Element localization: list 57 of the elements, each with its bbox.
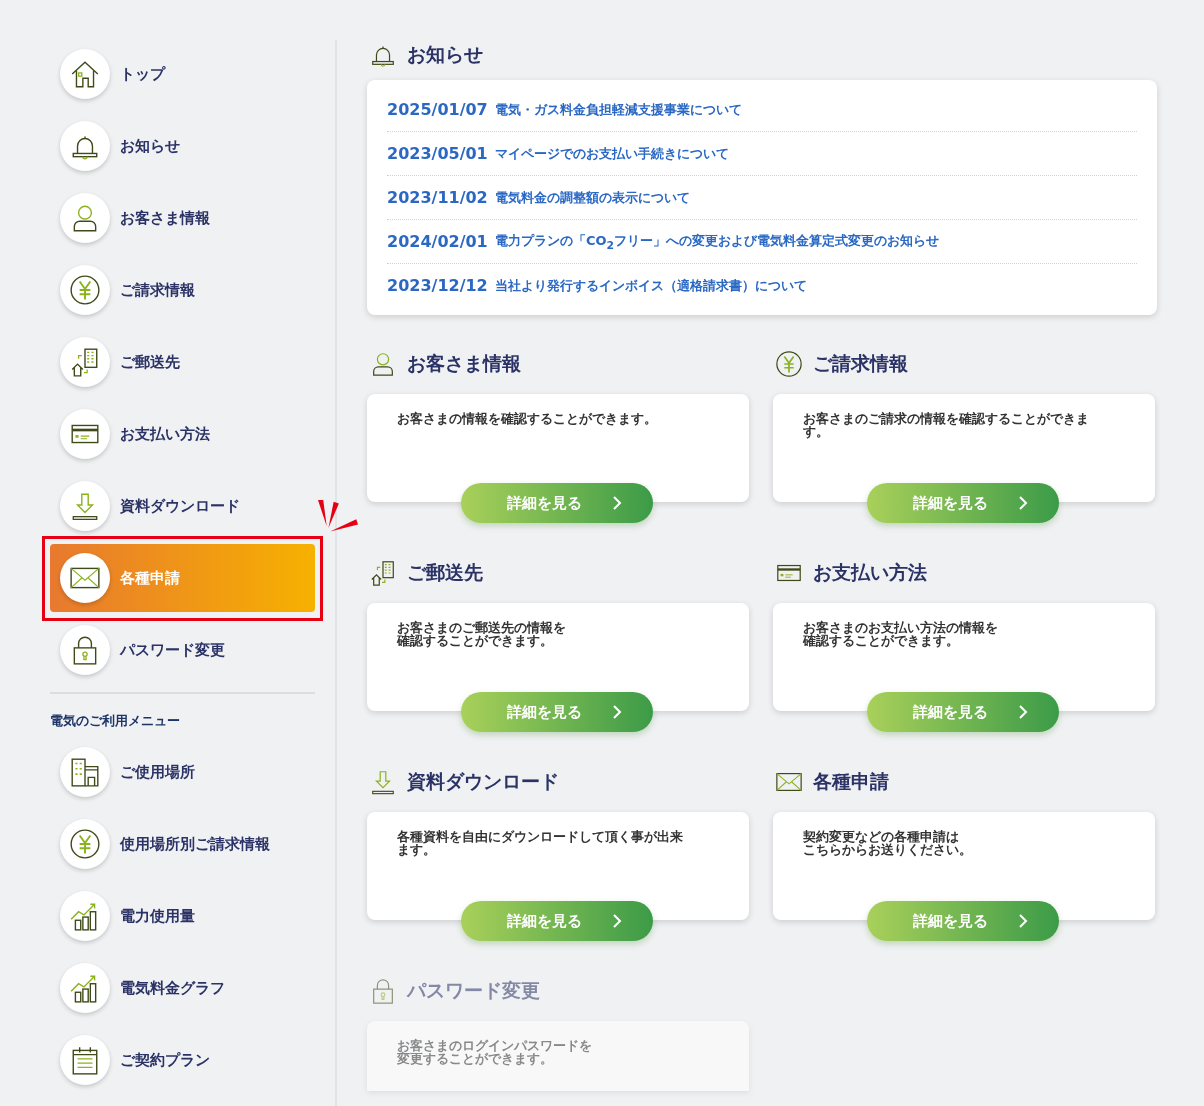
news-date: 2023/05/01 — [387, 144, 489, 163]
section-title: ご郵送先 — [407, 560, 483, 585]
chevron-right-icon — [1017, 914, 1028, 928]
nav-item[interactable]: 電気料金グラフ — [50, 958, 315, 1018]
section-title: ご請求情報 — [813, 351, 908, 376]
nav-item[interactable]: ご郵送先 — [50, 332, 315, 392]
card-description-line: 確認することができます。 — [803, 634, 959, 648]
card-description-line: お客さまのログインパスワードを — [397, 1039, 593, 1053]
chevron-right-icon — [1017, 496, 1028, 510]
card-description-line: お客さまの情報を確認することができます。 — [397, 412, 658, 426]
news-link[interactable]: マイページでのお支払い手続きについて — [495, 144, 729, 163]
nav-item[interactable]: 使用場所別ご請求情報 — [50, 814, 315, 874]
nav-item[interactable]: ご契約プラン — [50, 1030, 315, 1090]
card-description-line: 各種資料を自由にダウンロードして頂く事が出来 — [397, 830, 684, 844]
news-date: 2024/02/01 — [387, 232, 489, 251]
card-description-line: 確認することができます。 — [397, 634, 553, 648]
card-description-line: こちらからお送りください。 — [803, 843, 973, 857]
news-link[interactable]: 電気・ガス料金負担軽減支援事業について — [495, 100, 742, 119]
section-title: 資料ダウンロード — [407, 769, 559, 794]
nav-item[interactable]: お客さま情報 — [50, 188, 315, 248]
chevron-right-icon — [611, 705, 622, 719]
chevron-right-icon — [611, 496, 622, 510]
news-date: 2025/01/07 — [387, 100, 489, 119]
nav-item[interactable]: お知らせ — [50, 116, 315, 176]
nav-item[interactable]: ご請求情報 — [50, 260, 315, 320]
card-description-line: お客さまのご郵送先の情報を — [397, 621, 567, 635]
yen-coin-icon — [69, 828, 101, 860]
chevron-right-icon — [611, 914, 622, 928]
yen-coin-icon — [775, 350, 803, 378]
section-title: パスワード変更 — [407, 978, 540, 1003]
section-title: 各種申請 — [813, 769, 889, 794]
nav-item[interactable]: 資料ダウンロード — [50, 476, 315, 536]
nav-item[interactable]: お支払い方法 — [50, 404, 315, 464]
news-date: 2023/12/12 — [387, 276, 489, 295]
news-date: 2023/11/02 — [387, 188, 489, 207]
card-description-line: お客さまのお支払い方法の情報を — [803, 621, 999, 635]
buildings-icon — [69, 756, 101, 788]
news-link[interactable]: 電力プランの「CO$_{2}$フリー」への変更および電気料金算定式変更のお知らせ — [495, 231, 940, 252]
news-link[interactable]: 電気料金の調整額の表示について — [495, 188, 690, 207]
card-description-line: 契約変更などの各種申請は — [803, 830, 960, 844]
download-icon — [369, 768, 397, 796]
news-link[interactable]: 当社より発行するインボイス（適格請求書）について — [495, 276, 807, 295]
nav-item[interactable]: ご使用場所 — [50, 742, 315, 802]
nav-item[interactable]: 電力使用量 — [50, 886, 315, 946]
section-title: お客さま情報 — [407, 351, 521, 376]
menu-section-title: 電気のご利用メニュー — [50, 712, 181, 730]
section-title: お支払い方法 — [813, 560, 927, 585]
nav-item[interactable]: パスワード変更 — [50, 620, 315, 680]
card-description-line: す。 — [803, 425, 829, 439]
house-building-icon — [369, 559, 397, 587]
card-description-line: ます。 — [397, 843, 436, 857]
section-title: お知らせ — [407, 42, 483, 67]
chevron-right-icon — [1017, 705, 1028, 719]
card-description-line: お客さまのご請求の情報を確認することができま — [803, 412, 1090, 426]
yen-coin-icon — [69, 274, 101, 306]
card-description-line: 変更することができます。 — [397, 1052, 554, 1066]
nav-item[interactable]: トップ — [50, 44, 315, 104]
